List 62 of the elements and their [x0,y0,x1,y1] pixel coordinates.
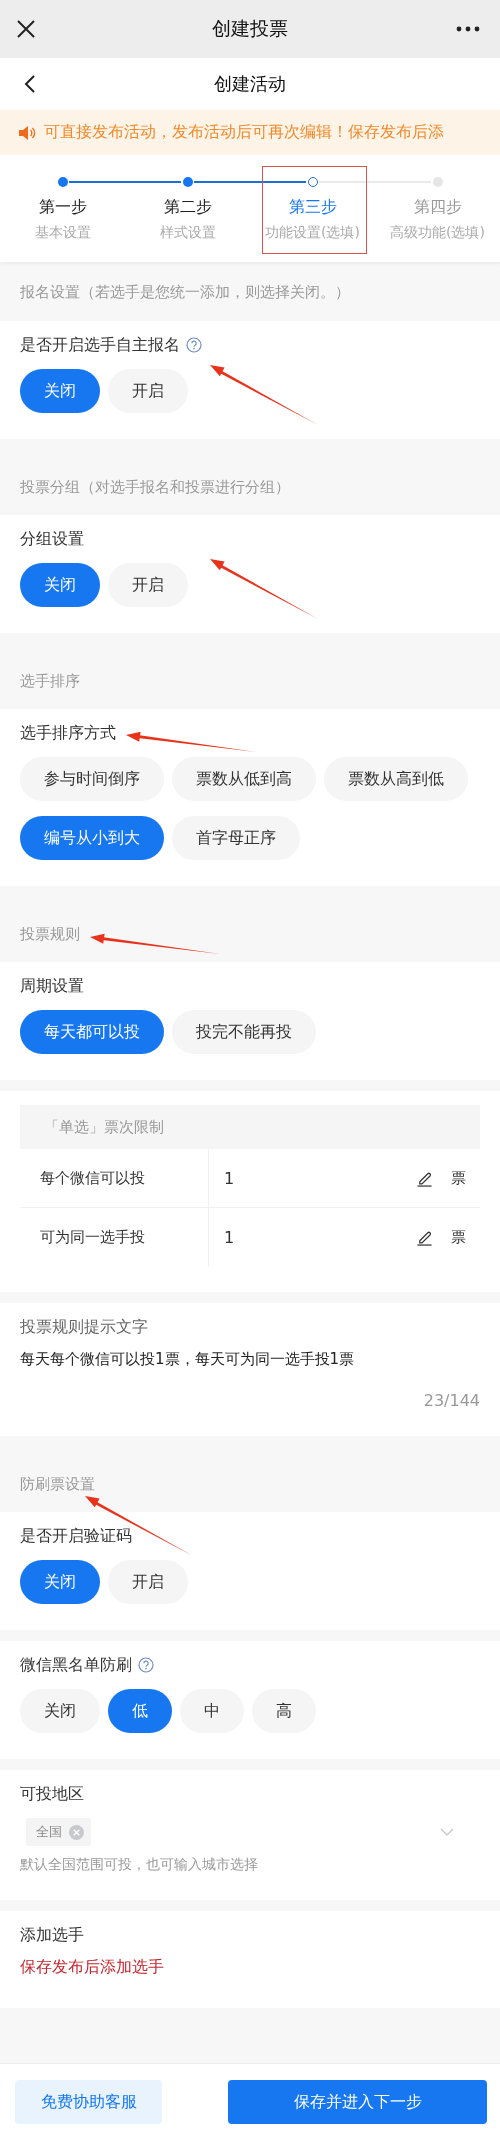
section-heading: 选手排序 [20,672,80,691]
field-label: 是否开启选手自主报名 [20,334,180,356]
tag-text: 全国 [36,1823,62,1841]
field-label: 是否开启验证码 [20,1525,132,1547]
option-button[interactable]: 关闭 [20,1689,100,1733]
field-label: 选手排序方式 [20,721,116,745]
option-button[interactable]: 票数从高到低 [324,757,468,801]
option-button[interactable]: 参与时间倒序 [20,757,164,801]
step-subtitle: 高级功能(选填) [390,224,485,242]
option-button[interactable]: 关闭 [20,369,100,413]
step-title[interactable]: 第二步 [163,197,212,218]
field-label: 周期设置 [20,975,84,997]
field-label: 投票规则提示文字 [20,1316,148,1338]
unit-label: 票 [451,1168,466,1188]
hint-text: 默认全国范围可投，也可输入城市选择 [20,1856,259,1874]
option-button[interactable]: 投完不能再投 [172,1010,316,1054]
table-cell: 可为同一选手投 [20,1208,209,1266]
speaker-icon [18,124,36,141]
section-heading: 防刷票设置 [20,1475,95,1494]
unit-label: 票 [451,1227,466,1247]
field-label: 微信黑名单防刷 [20,1654,132,1676]
option-button[interactable]: 高 [252,1689,316,1733]
step-subtitle: 样式设置 [159,224,216,242]
help-icon[interactable] [186,337,202,353]
option-button[interactable]: 票数从低到高 [172,757,316,801]
step-subtitle: 功能设置(选填) [265,224,360,242]
page-title: 创建活动 [214,72,286,96]
back-icon[interactable] [24,74,36,94]
text-field[interactable]: 每天每个微信可以投1票，每天可为同一选手投1票 [20,1347,480,1371]
section-heading: 投票规则 [20,925,80,944]
option-button[interactable]: 中 [180,1689,244,1733]
step-title[interactable]: 第三步 [288,197,337,218]
step-subtitle: 基本设置 [34,224,91,242]
field-label: 可投地区 [20,1783,84,1805]
step-title[interactable]: 第一步 [38,197,87,218]
option-button[interactable]: 开启 [108,1560,188,1604]
table-title: 「单选」票次限制 [44,1117,164,1137]
more-icon[interactable] [456,26,480,32]
option-button[interactable]: 开启 [108,369,188,413]
option-button[interactable]: 编号从小到大 [20,816,164,860]
notice-text: 可直接发布活动，发布活动后可再次编辑！保存发布后添 [44,122,444,143]
window-title: 创建投票 [212,16,288,41]
vote-count-field[interactable]: 1 [224,1168,416,1188]
option-button[interactable]: 每天都可以投 [20,1010,164,1054]
section-heading: 报名设置（若选手是您统一添加，则选择关闭。） [20,283,350,302]
add-contestant-link[interactable]: 保存发布后添加选手 [20,1957,164,1978]
help-icon[interactable] [138,1657,154,1673]
field-label: 分组设置 [20,528,84,550]
table-cell: 每个微信可以投 [20,1149,209,1207]
option-button[interactable]: 首字母正序 [172,816,300,860]
option-button[interactable]: 开启 [108,563,188,607]
footer-button[interactable]: 免费协助客服 [15,2080,162,2124]
close-icon[interactable] [16,19,36,39]
option-button[interactable]: 关闭 [20,563,100,607]
section-heading: 投票分组（对选手报名和投票进行分组） [20,478,290,497]
option-button[interactable]: 低 [108,1689,172,1733]
option-button[interactable]: 关闭 [20,1560,100,1604]
character-counter: 23/144 [423,1391,480,1410]
field-label: 添加选手 [20,1924,84,1946]
footer-button[interactable]: 保存并进入下一步 [228,2080,487,2124]
chevron-down-icon [440,1828,454,1836]
vote-count-field[interactable]: 1 [224,1227,416,1247]
